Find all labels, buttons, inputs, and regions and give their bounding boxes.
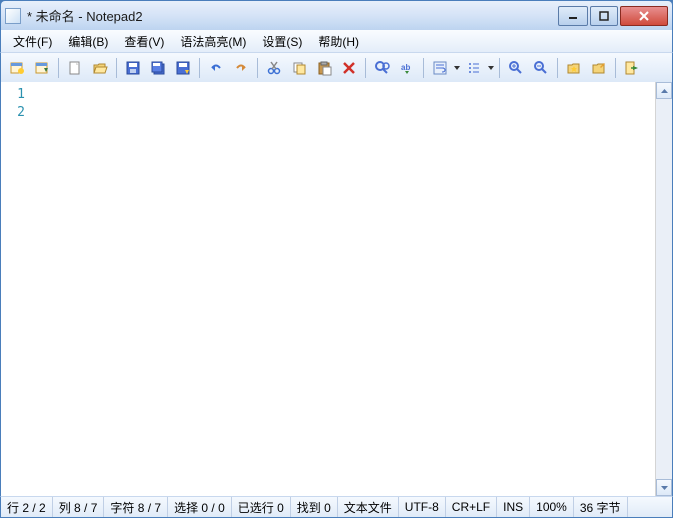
new-window-icon[interactable] [5, 56, 29, 80]
app-icon [5, 8, 21, 24]
separator [365, 58, 366, 78]
save-icon[interactable] [121, 56, 145, 80]
open-file-icon[interactable] [88, 56, 112, 80]
menu-help[interactable]: 帮助(H) [310, 31, 367, 52]
editor-area[interactable]: 1 2 [0, 82, 673, 496]
menubar: 文件(F) 编辑(B) 查看(V) 语法高亮(M) 设置(S) 帮助(H) [0, 30, 673, 52]
statusbar: 行 2 / 2 列 8 / 7 字符 8 / 7 选择 0 / 0 已选行 0 … [0, 496, 673, 518]
menu-settings[interactable]: 设置(S) [254, 31, 310, 52]
copy-icon[interactable] [287, 56, 311, 80]
status-col[interactable]: 列 8 / 7 [53, 497, 105, 517]
window-controls [556, 6, 668, 26]
new-file-icon[interactable] [63, 56, 87, 80]
edit-fav-icon[interactable] [587, 56, 611, 80]
menu-edit[interactable]: 编辑(B) [60, 31, 116, 52]
scroll-up-icon[interactable] [656, 82, 672, 99]
text-editor[interactable] [35, 82, 672, 496]
status-eol[interactable]: CR+LF [446, 497, 497, 517]
separator [116, 58, 117, 78]
svg-text:ab: ab [401, 63, 410, 72]
app-window: * 未命名 - Notepad2 文件(F) 编辑(B) 查看(V) 语法高亮(… [0, 0, 673, 518]
line-number: 1 [1, 86, 35, 104]
maximize-button[interactable] [590, 6, 618, 26]
status-sellines[interactable]: 已选行 0 [232, 497, 291, 517]
scroll-down-icon[interactable] [656, 479, 672, 496]
zoom-out-icon[interactable] [529, 56, 553, 80]
undo-icon[interactable] [204, 56, 228, 80]
separator [199, 58, 200, 78]
dropdown-icon[interactable] [453, 66, 461, 70]
zoom-in-icon[interactable] [504, 56, 528, 80]
word-wrap-icon[interactable] [428, 56, 452, 80]
separator [257, 58, 258, 78]
find-icon[interactable] [370, 56, 394, 80]
status-find[interactable]: 找到 0 [291, 497, 338, 517]
titlebar[interactable]: * 未命名 - Notepad2 [0, 0, 673, 30]
line-number: 2 [1, 104, 35, 122]
separator [499, 58, 500, 78]
dropdown-icon[interactable] [487, 66, 495, 70]
scrollbar-track[interactable] [656, 99, 672, 479]
menu-view[interactable]: 查看(V) [116, 31, 172, 52]
cut-icon[interactable] [262, 56, 286, 80]
separator [58, 58, 59, 78]
save-all-icon[interactable] [146, 56, 170, 80]
status-mode[interactable]: INS [497, 497, 530, 517]
close-button[interactable] [620, 6, 668, 26]
minimize-button[interactable] [558, 6, 588, 26]
separator [423, 58, 424, 78]
exit-icon[interactable] [620, 56, 644, 80]
status-filetype[interactable]: 文本文件 [338, 497, 399, 517]
redo-icon[interactable] [229, 56, 253, 80]
vertical-scrollbar[interactable] [655, 82, 672, 496]
window-title: * 未命名 - Notepad2 [27, 6, 556, 25]
status-sel[interactable]: 选择 0 / 0 [168, 497, 232, 517]
delete-icon[interactable] [337, 56, 361, 80]
status-line[interactable]: 行 2 / 2 [1, 497, 53, 517]
replace-icon[interactable]: ab [395, 56, 419, 80]
status-zoom[interactable]: 100% [530, 497, 574, 517]
menu-syntax[interactable]: 语法高亮(M) [172, 31, 254, 52]
status-encoding[interactable]: UTF-8 [399, 497, 446, 517]
line-number-gutter: 1 2 [1, 82, 35, 496]
menu-file[interactable]: 文件(F) [5, 31, 60, 52]
status-char[interactable]: 字符 8 / 7 [104, 497, 168, 517]
open-in-icon[interactable] [30, 56, 54, 80]
toolbar: ab [0, 52, 673, 82]
status-bytes[interactable]: 36 字节 [574, 497, 628, 517]
separator [557, 58, 558, 78]
paste-icon[interactable] [312, 56, 336, 80]
list-icon[interactable] [462, 56, 486, 80]
save-as-icon[interactable] [171, 56, 195, 80]
favorites-icon[interactable] [562, 56, 586, 80]
separator [615, 58, 616, 78]
